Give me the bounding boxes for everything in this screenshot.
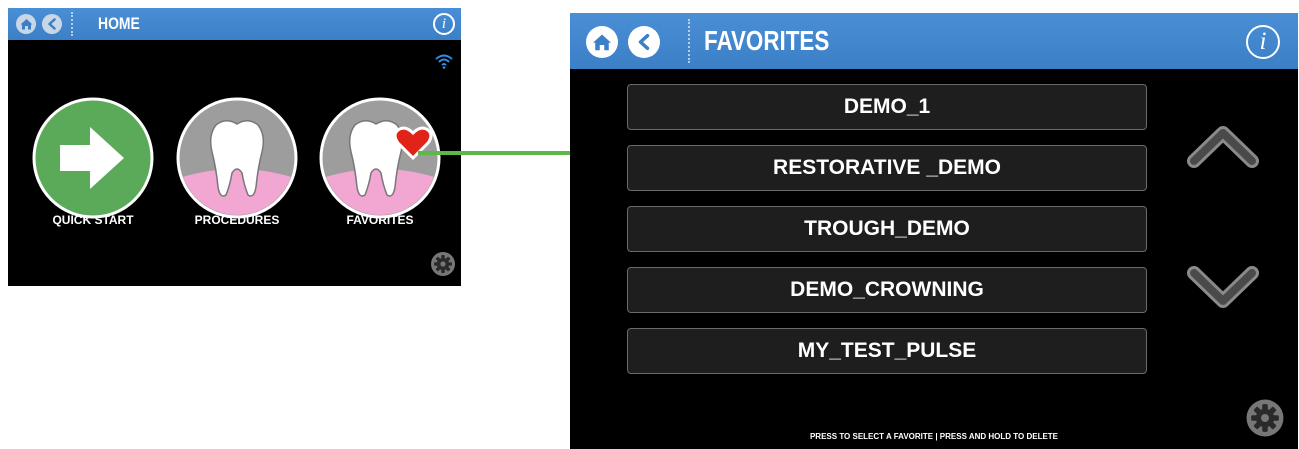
procedures-tile[interactable]	[176, 97, 298, 219]
tooth-icon	[176, 97, 298, 219]
page-title: FAVORITES	[704, 25, 830, 56]
settings-button[interactable]	[430, 251, 456, 277]
footer-hint: PRESS TO SELECT A FAVORITE | PRESS AND H…	[809, 432, 1059, 441]
home-icon	[593, 34, 611, 51]
favorite-item[interactable]: DEMO_1	[627, 84, 1147, 130]
title-separator	[71, 12, 73, 36]
back-button[interactable]	[42, 14, 62, 34]
home-title-bar: HOME i	[8, 8, 461, 40]
home-icon	[20, 19, 32, 30]
quick-start-tile[interactable]	[32, 97, 154, 219]
home-button[interactable]	[586, 26, 618, 58]
settings-icon	[431, 252, 455, 276]
info-button[interactable]: i	[1246, 25, 1280, 59]
procedures-label: PROCEDURES	[194, 213, 280, 227]
favorites-label: FAVORITES	[346, 213, 414, 227]
favorite-item[interactable]: MY_TEST_PULSE	[627, 328, 1147, 374]
back-icon	[48, 18, 56, 30]
page-title: HOME	[98, 14, 140, 33]
wifi-icon	[435, 54, 453, 69]
back-button[interactable]	[628, 26, 660, 58]
home-button[interactable]	[16, 14, 36, 34]
chevron-up-icon	[1187, 126, 1259, 168]
title-separator	[688, 19, 690, 63]
quick-start-label: QUICK START	[52, 213, 134, 227]
chevron-down-icon	[1187, 266, 1259, 308]
scroll-up-button[interactable]	[1184, 121, 1262, 173]
info-button[interactable]: i	[433, 13, 455, 35]
back-icon	[638, 33, 650, 51]
favorites-title-bar: FAVORITES i	[570, 13, 1298, 69]
favorite-item[interactable]: DEMO_CROWNING	[627, 267, 1147, 313]
scroll-down-button[interactable]	[1184, 261, 1262, 313]
favorite-item[interactable]: RESTORATIVE _DEMO	[627, 145, 1147, 191]
arrow-right-icon	[32, 97, 154, 219]
favorites-screen: FAVORITES i DEMO_1 RESTORATIVE _DEMO TRO…	[570, 13, 1298, 449]
home-screen: HOME i QUICK START PROCEDURES FAVORITES	[8, 8, 461, 286]
favorite-item[interactable]: TROUGH_DEMO	[627, 206, 1147, 252]
